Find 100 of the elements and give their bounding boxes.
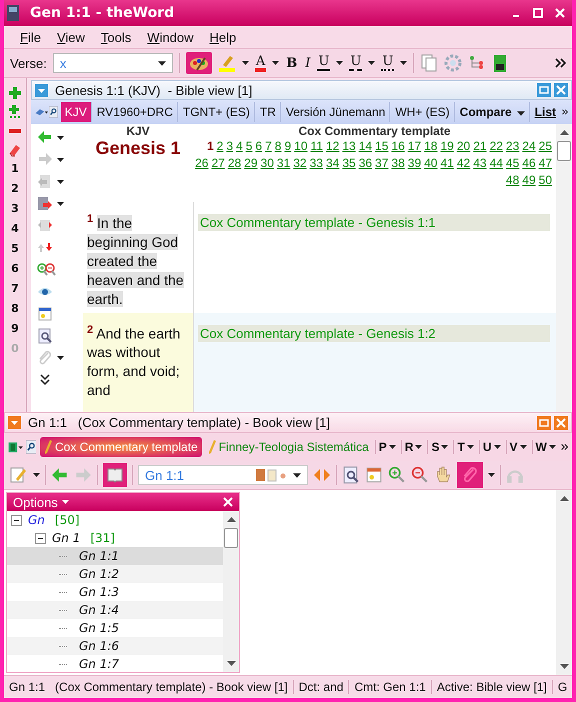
menu-item[interactable]: View	[48, 30, 93, 44]
book-button[interactable]	[103, 463, 127, 487]
caret-icon[interactable]	[441, 445, 448, 449]
paperclip-button[interactable]	[457, 462, 483, 488]
caret-icon[interactable]	[57, 202, 64, 206]
dropdown-icon[interactable]	[35, 84, 48, 96]
letter-menu[interactable]: P	[374, 440, 399, 454]
tree-item[interactable]: Gn 1:5	[7, 619, 223, 637]
tree-node[interactable]: Gn 1 [31]	[7, 529, 223, 547]
chapter-link[interactable]: 40	[424, 155, 438, 172]
paperclip-icon[interactable]	[37, 350, 53, 366]
chapter-link[interactable]: 8	[274, 138, 282, 155]
caret-icon[interactable]	[33, 473, 40, 477]
chapter-link[interactable]: 25	[538, 138, 552, 155]
caret-icon[interactable]	[158, 60, 166, 66]
book-tab[interactable]: Cox Commentary template	[40, 437, 202, 457]
module-tab[interactable]: RV1960+DRC	[92, 102, 178, 122]
caret-icon[interactable]	[57, 158, 64, 162]
export-icon[interactable]	[37, 196, 53, 212]
number-button[interactable]: 1	[11, 162, 19, 177]
chapter-link[interactable]: 5	[246, 138, 252, 155]
caret-icon[interactable]	[293, 472, 301, 478]
collapse-icon[interactable]	[11, 514, 22, 526]
chapter-link[interactable]: 33	[310, 155, 323, 172]
number-button[interactable]: 2	[11, 182, 19, 197]
chapter-link[interactable]: 34	[326, 155, 340, 172]
number-button[interactable]: 4	[11, 222, 19, 237]
chapter-link[interactable]: 19	[440, 138, 454, 155]
caret-icon[interactable]	[57, 180, 64, 184]
chapter-link[interactable]: 9	[284, 138, 292, 155]
chapter-link[interactable]: 17	[408, 138, 422, 155]
format-button[interactable]: U	[381, 55, 394, 71]
chapter-link[interactable]: 31	[276, 155, 290, 172]
maximize-icon[interactable]	[537, 83, 551, 97]
caret-icon[interactable]	[488, 473, 495, 477]
format-button[interactable]: U	[317, 55, 330, 71]
chapter-link[interactable]: 32	[293, 155, 307, 172]
number-button[interactable]: 3	[11, 202, 19, 217]
tree-node[interactable]: Gn [50]	[7, 511, 223, 529]
chevron-icon[interactable]	[555, 58, 566, 68]
menu-item[interactable]: Tools	[92, 30, 140, 44]
chapter-link[interactable]: 41	[440, 155, 454, 172]
module-tab[interactable]: TR	[256, 102, 281, 122]
copy-icon[interactable]	[420, 54, 438, 72]
palette-button[interactable]	[186, 52, 212, 74]
chapter-link[interactable]: 21	[473, 138, 487, 155]
scroll-up-icon[interactable]	[560, 496, 568, 501]
tree-item[interactable]: Gn 1:1	[7, 547, 223, 565]
chapter-link[interactable]: 44	[490, 155, 503, 172]
chapter-link[interactable]: 38	[391, 155, 405, 172]
letter-menu[interactable]: V	[506, 440, 530, 454]
compare-menu[interactable]: Compare	[456, 102, 530, 122]
search-document-icon[interactable]	[342, 466, 360, 484]
format-button[interactable]: U	[349, 55, 362, 71]
chapter-link[interactable]: 15	[375, 138, 388, 155]
tree-item[interactable]: Gn 1:2	[7, 565, 223, 583]
list-link[interactable]: List	[530, 102, 560, 122]
number-button[interactable]: 9	[11, 322, 19, 337]
chapter-link[interactable]: 39	[408, 155, 422, 172]
caret-icon[interactable]	[57, 356, 64, 360]
caret-icon[interactable]	[466, 445, 474, 449]
scrollbar-thumb[interactable]	[224, 528, 238, 548]
format-button[interactable]: A	[254, 54, 266, 72]
letter-menu[interactable]: S	[427, 440, 452, 454]
chapter-link[interactable]: 11	[310, 138, 323, 155]
chevron-icon[interactable]	[562, 107, 568, 117]
menu-item[interactable]: Help	[202, 30, 244, 44]
letter-menu[interactable]: T	[453, 440, 477, 454]
caret-icon[interactable]	[388, 445, 396, 449]
chapter-link[interactable]: 42	[456, 155, 470, 172]
chapter-link[interactable]: 50	[538, 172, 552, 189]
format-button[interactable]: B	[285, 56, 298, 70]
chapter-link[interactable]: 12	[326, 138, 340, 155]
chapter-link[interactable]: 10	[294, 138, 308, 155]
format-button[interactable]: I	[304, 56, 312, 70]
chapter-link[interactable]: 47	[538, 155, 552, 172]
chapter-link[interactable]: 27	[211, 155, 225, 172]
chapter-link[interactable]: 48	[506, 172, 520, 189]
scroll-down-icon[interactable]	[560, 664, 568, 669]
search-icon[interactable]	[26, 437, 36, 457]
edit-note-icon[interactable]	[10, 466, 28, 484]
menu-item[interactable]: Window	[139, 30, 202, 44]
search-document-icon[interactable]	[37, 328, 53, 344]
close-icon[interactable]	[223, 497, 233, 507]
maximize-icon[interactable]	[532, 7, 544, 19]
reference-field[interactable]: Gn 1:1	[138, 465, 308, 485]
tree-item[interactable]: Gn 1:4	[7, 601, 223, 619]
module-tab[interactable]: WH+ (ES)	[391, 102, 455, 122]
caret-icon[interactable]	[494, 445, 500, 449]
chapter-link[interactable]: 45	[506, 155, 520, 172]
chapter-link[interactable]: 22	[490, 138, 503, 155]
chapter-link[interactable]: 24	[522, 138, 536, 155]
maximize-icon[interactable]	[537, 416, 551, 430]
scrollbar-thumb[interactable]	[557, 141, 571, 161]
caret-icon[interactable]	[516, 111, 525, 116]
tree-item[interactable]: Gn 1:6	[7, 637, 223, 655]
letter-menu[interactable]: W	[532, 440, 559, 454]
chapter-link[interactable]: 36	[358, 155, 372, 172]
chapter-link[interactable]: 3	[226, 138, 234, 155]
chapter-link[interactable]: 46	[522, 155, 536, 172]
